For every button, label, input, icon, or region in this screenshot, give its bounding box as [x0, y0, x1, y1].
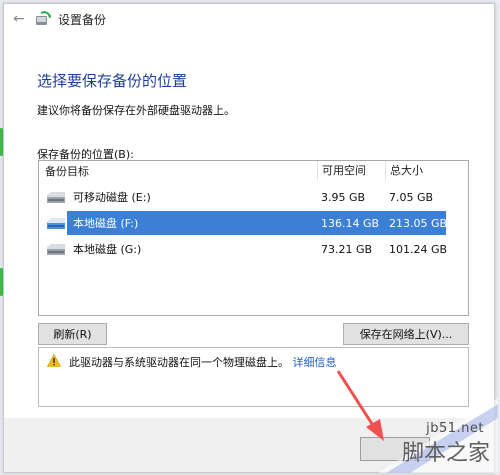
column-header-free[interactable]: 可用空间: [317, 161, 385, 181]
backup-app-icon: [36, 11, 51, 25]
back-arrow-icon[interactable]: ←: [6, 11, 32, 27]
drive-free: 3.95 GB: [321, 190, 366, 204]
drive-name: 本地磁盘 (G:): [73, 243, 142, 256]
drive-total: 101.24 GB: [389, 242, 448, 256]
page-heading: 选择要保存备份的位置: [37, 72, 188, 90]
page-subtext: 建议你将备份保存在外部硬盘驱动器上。: [37, 104, 235, 117]
drive-total: 213.05 GB: [389, 216, 448, 230]
drive-name: 本地磁盘 (F:): [73, 217, 139, 230]
watermark-site: jb51.net: [426, 421, 484, 436]
warning-icon: [47, 354, 61, 367]
column-header-total[interactable]: 总大小: [385, 161, 465, 181]
warning-message: 此驱动器与系统驱动器在同一个物理磁盘上。: [69, 356, 289, 369]
refresh-button[interactable]: 刷新(R): [38, 323, 107, 345]
drive-free: 73.21 GB: [321, 242, 373, 256]
drive-icon: [47, 218, 65, 229]
drive-icon: [47, 192, 65, 203]
list-header: 备份目标 可用空间 总大小: [39, 161, 468, 181]
table-row[interactable]: 本地磁盘 (G:) 73.21 GB 101.24 GB: [39, 237, 468, 261]
column-header-target[interactable]: 备份目标: [39, 163, 317, 179]
drive-name: 可移动磁盘 (E:): [73, 191, 151, 204]
drive-total: 7.05 GB: [389, 190, 434, 204]
watermark: jb51.net 脚本之家: [348, 398, 498, 473]
backup-target-list[interactable]: 备份目标 可用空间 总大小 可移动磁盘 (E:) 3.95 GB 7.05 GB…: [38, 160, 469, 316]
window-title: 设置备份: [58, 12, 107, 27]
title-bar: ← 设置备份: [4, 4, 494, 34]
table-row[interactable]: 本地磁盘 (F:) 136.14 GB 213.05 GB: [39, 211, 468, 235]
table-row[interactable]: 可移动磁盘 (E:) 3.95 GB 7.05 GB: [39, 185, 468, 209]
warning-text: 此驱动器与系统驱动器在同一个物理磁盘上。 详细信息: [69, 354, 337, 370]
watermark-name: 脚本之家: [401, 441, 490, 466]
drive-free: 136.14 GB: [321, 216, 380, 230]
drive-icon: [47, 244, 65, 255]
save-on-network-button[interactable]: 保存在网络上(V)...: [343, 323, 469, 345]
